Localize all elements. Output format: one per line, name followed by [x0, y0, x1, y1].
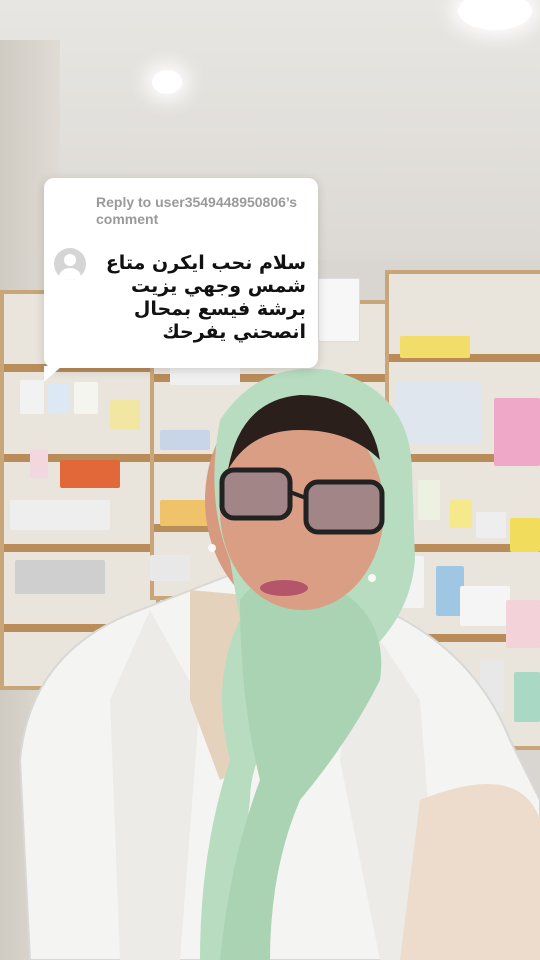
pharmacist-person: [18, 368, 540, 960]
commenter-avatar-icon: [54, 248, 86, 280]
comment-text: سلام نحب ايكرن متاع شمس وجهي يزيت برشة ف…: [105, 252, 306, 343]
video-frame: Reply to user3549448950806’s comment سلا…: [0, 0, 540, 960]
reply-comment-card[interactable]: Reply to user3549448950806’s comment سلا…: [44, 178, 318, 382]
reply-to-label: Reply to user3549448950806’s comment: [96, 194, 298, 227]
